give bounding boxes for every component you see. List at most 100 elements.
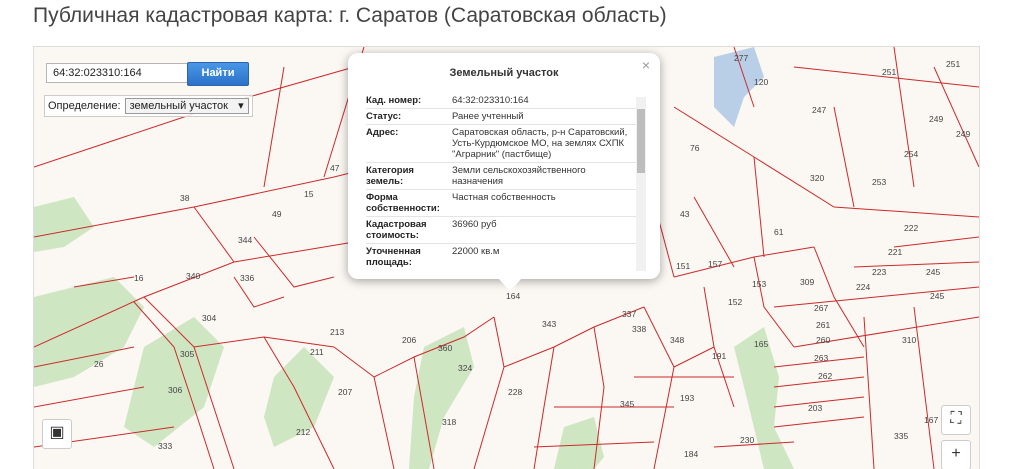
info-value: Земли сельскохозяйственного назначения bbox=[452, 165, 586, 187]
parcel-label: 184 bbox=[684, 449, 698, 459]
parcel-label: 49 bbox=[272, 209, 282, 219]
parcel-label: 306 bbox=[168, 385, 182, 395]
parcel-label: 251 bbox=[946, 59, 960, 69]
parcel-label: 120 bbox=[754, 77, 768, 87]
popup-scrollbar[interactable] bbox=[636, 97, 646, 271]
parcel-label: 310 bbox=[902, 335, 916, 345]
parcel-label: 340 bbox=[186, 271, 200, 281]
info-row: Адрес: Саратовская область, р-н Саратовск… bbox=[366, 125, 642, 163]
definition-select[interactable]: земельный участок ▾ bbox=[124, 98, 249, 114]
parcel-label: 245 bbox=[926, 267, 940, 277]
parcel-label: 304 bbox=[202, 313, 216, 323]
info-value: 36960 руб bbox=[452, 219, 497, 230]
parcel-label: 222 bbox=[904, 223, 918, 233]
parcel-label: 333 bbox=[158, 441, 172, 451]
parcel-label: 251 bbox=[882, 67, 896, 77]
parcel-label: 191 bbox=[712, 351, 726, 361]
parcel-label: 167 bbox=[924, 415, 938, 425]
fullscreen-icon[interactable]: ⛶ bbox=[941, 405, 971, 435]
parcel-label: 345 bbox=[620, 399, 634, 409]
parcel-label: 165 bbox=[754, 339, 768, 349]
parcel-label: 267 bbox=[814, 303, 828, 313]
definition-panel: Определение: земельный участок ▾ bbox=[44, 95, 253, 117]
chevron-down-icon: ▾ bbox=[238, 99, 244, 112]
parcel-label: 348 bbox=[670, 335, 684, 345]
info-key: Статус: bbox=[366, 111, 402, 122]
definition-label: Определение: bbox=[48, 100, 121, 112]
close-icon[interactable]: × bbox=[642, 57, 650, 73]
parcel-label: 336 bbox=[240, 273, 254, 283]
parcel-label: 206 bbox=[402, 335, 416, 345]
parcel-label: 43 bbox=[680, 209, 690, 219]
info-key: Уточненная площадь: bbox=[366, 246, 421, 267]
info-key: Категория земель: bbox=[366, 165, 414, 187]
info-value: 64:32:023310:164 bbox=[452, 95, 529, 106]
parcel-label: 151 bbox=[676, 261, 690, 271]
info-row: Статус: Ранее учтенный bbox=[366, 109, 642, 125]
parcel-label: 164 bbox=[506, 291, 520, 301]
parcel-label: 254 bbox=[904, 149, 918, 159]
parcel-label: 249 bbox=[956, 129, 970, 139]
parcel-label: 47 bbox=[330, 163, 340, 173]
parcel-label: 324 bbox=[458, 363, 472, 373]
parcel-label: 76 bbox=[690, 143, 700, 153]
info-key: Форма собственности: bbox=[366, 192, 440, 214]
info-row: Кадастровая стоимость: 36960 руб bbox=[366, 217, 642, 244]
parcel-label: 213 bbox=[330, 327, 344, 337]
parcel-label: 221 bbox=[888, 247, 902, 257]
parcel-label: 261 bbox=[816, 320, 830, 330]
info-value: Саратовская область, р-н Саратовский, Ус… bbox=[452, 127, 628, 160]
map-frame[interactable]: 277 120 251 247 249 249 251 76 320 254 2… bbox=[33, 46, 980, 469]
info-row: Уточненная площадь: 22000 кв.м bbox=[366, 244, 642, 267]
search-panel: 64:32:023310:164 Найти bbox=[34, 47, 254, 91]
parcel-label: 228 bbox=[508, 387, 522, 397]
popup-title: Земельный участок bbox=[449, 67, 559, 79]
parcel-label: 211 bbox=[310, 347, 324, 357]
parcel-label: 320 bbox=[810, 173, 824, 183]
layers-icon[interactable]: ▣ bbox=[42, 419, 72, 449]
definition-selected: земельный участок bbox=[129, 99, 228, 112]
parcel-label: 343 bbox=[542, 319, 556, 329]
parcel-label: 247 bbox=[812, 105, 826, 115]
parcel-label: 224 bbox=[856, 282, 870, 292]
info-row: Кад. номер: 64:32:023310:164 bbox=[366, 93, 642, 109]
info-key: Кадастровая стоимость: bbox=[366, 219, 427, 241]
zoom-in-button[interactable]: + bbox=[941, 440, 971, 469]
parcel-label: 203 bbox=[808, 403, 822, 413]
parcel-label: 360 bbox=[438, 343, 452, 353]
info-value: 22000 кв.м bbox=[452, 246, 500, 257]
parcel-label: 262 bbox=[818, 371, 832, 381]
parcel-label: 249 bbox=[929, 114, 943, 124]
parcel-label: 253 bbox=[872, 177, 886, 187]
popup-pointer bbox=[498, 278, 522, 291]
page-title: Публичная кадастровая карта: г. Саратов … bbox=[33, 4, 667, 27]
search-button[interactable]: Найти bbox=[187, 62, 249, 86]
parcel-label: 245 bbox=[930, 291, 944, 301]
parcel-label: 207 bbox=[338, 387, 352, 397]
parcel-label: 337 bbox=[622, 309, 636, 319]
parcel-label: 260 bbox=[816, 335, 830, 345]
parcel-label: 230 bbox=[740, 435, 754, 445]
parcel-label: 212 bbox=[296, 427, 310, 437]
parcel-label: 61 bbox=[774, 227, 784, 237]
parcel-label: 223 bbox=[872, 267, 886, 277]
parcel-label: 335 bbox=[894, 431, 908, 441]
popup-body: Кад. номер: 64:32:023310:164 Статус: Ранее… bbox=[366, 93, 642, 267]
info-value: Частная собственность bbox=[452, 192, 556, 203]
parcel-label: 38 bbox=[180, 193, 190, 203]
parcel-label: 277 bbox=[734, 53, 748, 63]
parcel-label: 153 bbox=[752, 279, 766, 289]
parcel-label: 152 bbox=[728, 297, 742, 307]
parcel-label: 263 bbox=[814, 353, 828, 363]
parcel-label: 305 bbox=[180, 349, 194, 359]
info-key: Адрес: bbox=[366, 127, 399, 138]
parcel-label: 15 bbox=[304, 189, 314, 199]
info-key: Кад. номер: bbox=[366, 95, 422, 106]
parcel-label: 157 bbox=[708, 259, 722, 269]
parcel-label: 318 bbox=[442, 417, 456, 427]
parcel-label: 16 bbox=[134, 273, 144, 283]
parcel-label: 344 bbox=[238, 235, 252, 245]
scrollbar-thumb[interactable] bbox=[637, 109, 645, 173]
parcel-label: 338 bbox=[632, 324, 646, 334]
info-row: Категория земель: Земли сельскохозяйствен… bbox=[366, 163, 642, 190]
